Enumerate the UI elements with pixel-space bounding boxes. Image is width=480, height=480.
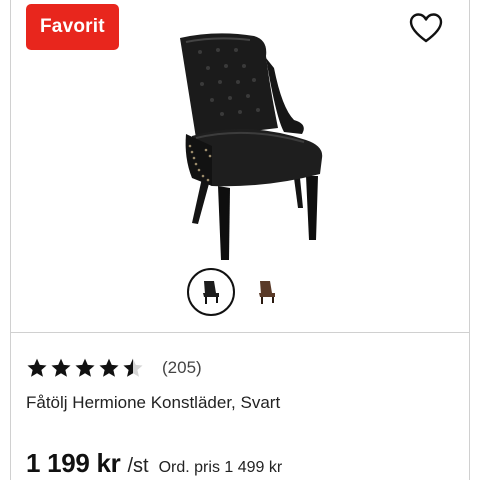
thumbnail-brown[interactable]	[243, 268, 291, 316]
half-star-icon	[123, 358, 143, 377]
product-title[interactable]: Fåtölj Hermione Konstläder, Svart	[26, 393, 456, 413]
chair-icon	[180, 33, 323, 260]
favorite-button[interactable]	[407, 10, 445, 46]
ordinary-price: Ord. pris 1 499 kr	[158, 459, 283, 476]
rating-stars[interactable]	[26, 357, 144, 379]
chair-thumbnail-icon	[203, 281, 219, 304]
product-info: (205) Fåtölj Hermione Konstläder, Svart	[26, 355, 456, 413]
current-price: 1 199 kr	[26, 448, 121, 478]
product-image[interactable]	[166, 28, 336, 264]
rating-row: (205)	[26, 355, 456, 381]
chair-thumbnail-icon	[259, 281, 275, 304]
star-icon	[75, 358, 95, 377]
star-icon	[51, 358, 71, 377]
thumbnail-black[interactable]	[187, 268, 235, 316]
favorite-badge: Favorit	[26, 4, 119, 50]
star-icon	[27, 358, 47, 377]
price-row: 1 199 kr /st Ord. pris 1 499 kr	[26, 448, 282, 479]
product-media: Favorit	[11, 0, 469, 333]
heart-outline-icon	[409, 13, 443, 43]
variant-thumbnails	[187, 268, 291, 316]
review-count[interactable]: (205)	[162, 358, 202, 378]
product-card: Favorit (205) Fåtölj Hermione Konstläder…	[10, 0, 470, 480]
star-icon	[99, 358, 119, 377]
price-unit: /st	[127, 455, 149, 477]
